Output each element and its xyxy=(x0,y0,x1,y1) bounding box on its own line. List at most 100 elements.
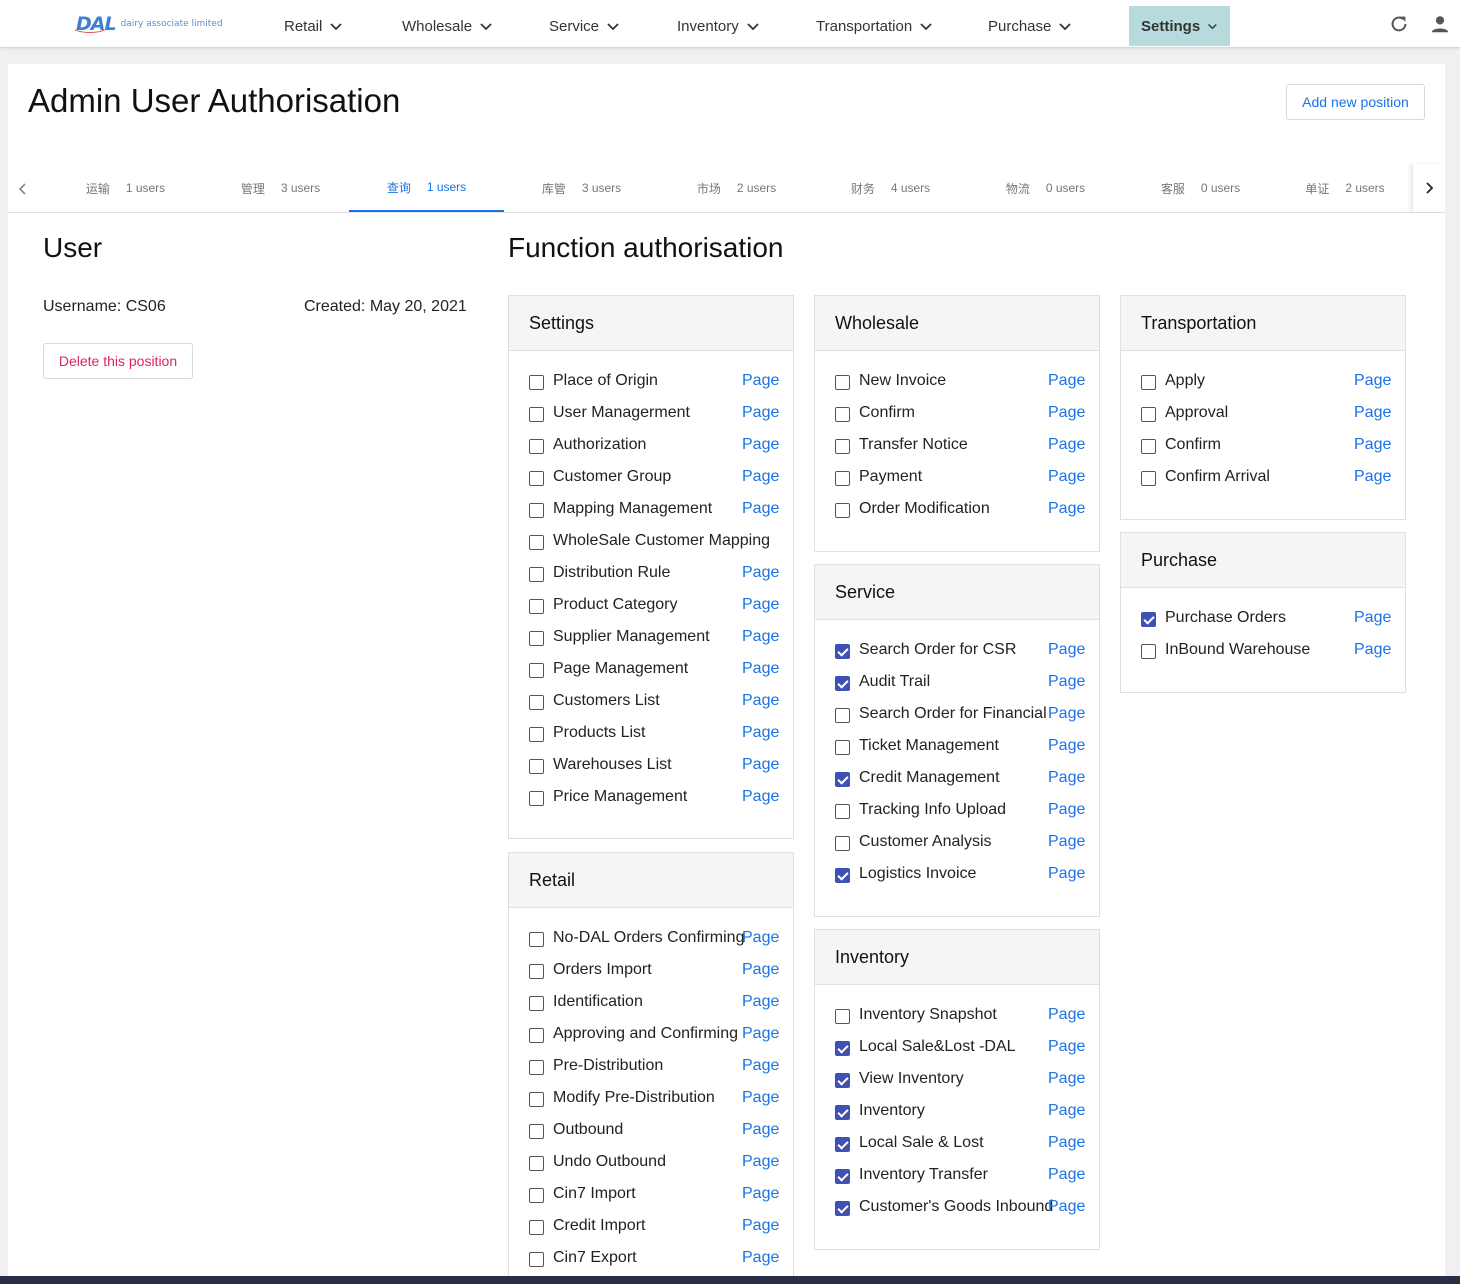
permission-label[interactable]: Warehouses List xyxy=(553,756,672,774)
permission-label[interactable]: Supplier Management xyxy=(553,628,710,646)
checkbox-unchecked[interactable] xyxy=(529,471,544,486)
page-link[interactable]: Page xyxy=(1048,372,1085,390)
page-link[interactable]: Page xyxy=(742,468,779,486)
permission-label[interactable]: Inventory xyxy=(859,1102,925,1120)
page-link[interactable]: Page xyxy=(1354,372,1391,390)
checkbox-unchecked[interactable] xyxy=(529,439,544,454)
page-link[interactable]: Page xyxy=(1048,833,1085,851)
page-link[interactable]: Page xyxy=(742,1185,779,1203)
checkbox-unchecked[interactable] xyxy=(835,503,850,518)
checkbox-checked[interactable] xyxy=(835,1169,850,1184)
permission-label[interactable]: Authorization xyxy=(553,436,646,454)
permission-label[interactable]: Search Order for CSR xyxy=(859,641,1016,659)
permission-label[interactable]: Undo Outbound xyxy=(553,1153,666,1171)
user-icon[interactable] xyxy=(1429,13,1451,35)
page-link[interactable]: Page xyxy=(1048,737,1085,755)
checkbox-unchecked[interactable] xyxy=(529,375,544,390)
permission-label[interactable]: Transfer Notice xyxy=(859,436,968,454)
page-link[interactable]: Page xyxy=(742,1249,779,1267)
tab-position[interactable]: 物流 0 users xyxy=(968,164,1123,212)
page-link[interactable]: Page xyxy=(1048,1038,1085,1056)
nav-service[interactable]: Service xyxy=(537,6,632,46)
permission-label[interactable]: Outbound xyxy=(553,1121,623,1139)
permission-label[interactable]: Confirm Arrival xyxy=(1165,468,1270,486)
permission-label[interactable]: Mapping Management xyxy=(553,500,712,518)
tab-position[interactable]: 客服 0 users xyxy=(1123,164,1278,212)
page-link[interactable]: Page xyxy=(1048,705,1085,723)
page-link[interactable]: Page xyxy=(742,756,779,774)
page-link[interactable]: Page xyxy=(1048,1134,1085,1152)
permission-label[interactable]: Inventory Transfer xyxy=(859,1166,988,1184)
permission-label[interactable]: Order Modification xyxy=(859,500,990,518)
tabs-scroll-right[interactable] xyxy=(1412,164,1445,212)
nav-settings[interactable]: Settings xyxy=(1129,6,1230,46)
checkbox-unchecked[interactable] xyxy=(529,631,544,646)
permission-label[interactable]: Identification xyxy=(553,993,643,1011)
page-link[interactable]: Page xyxy=(742,961,779,979)
permission-label[interactable]: Cin7 Import xyxy=(553,1185,636,1203)
tab-position[interactable]: 运输 1 users xyxy=(48,164,203,212)
checkbox-unchecked[interactable] xyxy=(529,1060,544,1075)
page-link[interactable]: Page xyxy=(1048,865,1085,883)
delete-position-button[interactable]: Delete this position xyxy=(43,343,193,379)
refresh-icon[interactable] xyxy=(1388,13,1410,35)
checkbox-unchecked[interactable] xyxy=(835,836,850,851)
checkbox-checked[interactable] xyxy=(835,1137,850,1152)
page-link[interactable]: Page xyxy=(1048,500,1085,518)
checkbox-checked[interactable] xyxy=(835,1041,850,1056)
checkbox-unchecked[interactable] xyxy=(1141,407,1156,422)
checkbox-unchecked[interactable] xyxy=(529,1124,544,1139)
page-link[interactable]: Page xyxy=(1048,641,1085,659)
brand-logo[interactable]: DAL dairy associate limited xyxy=(72,10,223,38)
checkbox-unchecked[interactable] xyxy=(529,1092,544,1107)
checkbox-unchecked[interactable] xyxy=(529,964,544,979)
permission-label[interactable]: Local Sale & Lost xyxy=(859,1134,984,1152)
page-link[interactable]: Page xyxy=(742,788,779,806)
permission-label[interactable]: No-DAL Orders Confirming xyxy=(553,929,744,947)
permission-label[interactable]: Page Management xyxy=(553,660,688,678)
checkbox-unchecked[interactable] xyxy=(529,1028,544,1043)
checkbox-unchecked[interactable] xyxy=(529,695,544,710)
checkbox-unchecked[interactable] xyxy=(835,407,850,422)
permission-label[interactable]: Customer's Goods Inbound xyxy=(859,1198,1053,1216)
checkbox-unchecked[interactable] xyxy=(529,567,544,582)
page-link[interactable]: Page xyxy=(742,993,779,1011)
page-link[interactable]: Page xyxy=(742,1217,779,1235)
page-link[interactable]: Page xyxy=(742,1089,779,1107)
nav-retail[interactable]: Retail xyxy=(272,6,355,46)
permission-label[interactable]: Inventory Snapshot xyxy=(859,1006,997,1024)
permission-label[interactable]: Confirm xyxy=(1165,436,1221,454)
checkbox-unchecked[interactable] xyxy=(529,996,544,1011)
permission-label[interactable]: InBound Warehouse xyxy=(1165,641,1310,659)
tab-position[interactable]: 库管 3 users xyxy=(504,164,659,212)
permission-label[interactable]: Audit Trail xyxy=(859,673,930,691)
checkbox-unchecked[interactable] xyxy=(835,375,850,390)
checkbox-unchecked[interactable] xyxy=(529,599,544,614)
permission-label[interactable]: Products List xyxy=(553,724,645,742)
nav-purchase[interactable]: Purchase xyxy=(976,6,1084,46)
nav-wholesale[interactable]: Wholesale xyxy=(390,6,505,46)
permission-label[interactable]: Price Management xyxy=(553,788,687,806)
checkbox-unchecked[interactable] xyxy=(529,663,544,678)
page-link[interactable]: Page xyxy=(1354,436,1391,454)
add-new-position-button[interactable]: Add new position xyxy=(1286,84,1425,120)
permission-label[interactable]: New Invoice xyxy=(859,372,946,390)
permission-label[interactable]: Credit Management xyxy=(859,769,1000,787)
checkbox-unchecked[interactable] xyxy=(529,727,544,742)
permission-label[interactable]: Tracking Info Upload xyxy=(859,801,1006,819)
page-link[interactable]: Page xyxy=(742,500,779,518)
permission-label[interactable]: Local Sale&Lost -DAL xyxy=(859,1038,1016,1056)
tab-position[interactable]: 市场 2 users xyxy=(659,164,814,212)
permission-label[interactable]: Pre-Distribution xyxy=(553,1057,663,1075)
page-link[interactable]: Page xyxy=(742,372,779,390)
page-link[interactable]: Page xyxy=(742,564,779,582)
checkbox-unchecked[interactable] xyxy=(529,791,544,806)
checkbox-unchecked[interactable] xyxy=(529,759,544,774)
checkbox-unchecked[interactable] xyxy=(529,407,544,422)
permission-label[interactable]: Customers List xyxy=(553,692,660,710)
nav-transportation[interactable]: Transportation xyxy=(804,6,945,46)
permission-label[interactable]: User Managerment xyxy=(553,404,690,422)
checkbox-checked[interactable] xyxy=(1141,612,1156,627)
checkbox-unchecked[interactable] xyxy=(1141,471,1156,486)
permission-label[interactable]: View Inventory xyxy=(859,1070,964,1088)
